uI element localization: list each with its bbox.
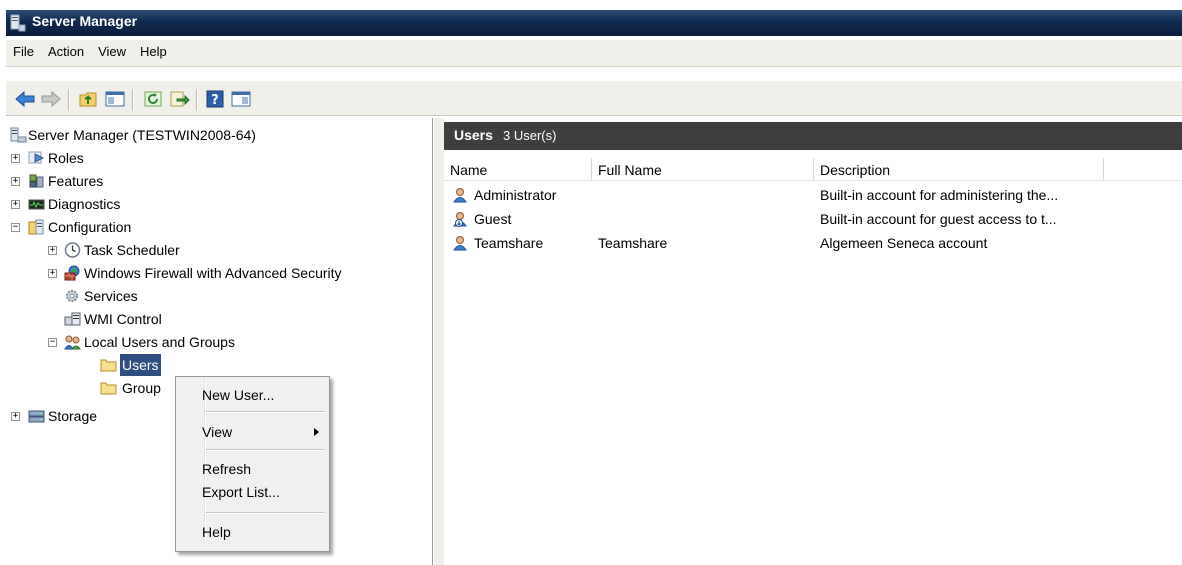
- server-icon: [10, 127, 27, 143]
- disabled-user-icon: [453, 212, 467, 227]
- title-bar[interactable]: Server Manager: [0, 0, 1182, 40]
- menu-separator: [206, 512, 325, 514]
- features-icon: [29, 174, 44, 188]
- storage-icon: [28, 410, 45, 423]
- title-bar-fill[interactable]: Server Manager: [6, 10, 1182, 36]
- tree-item-label: Diagnostics: [48, 196, 121, 212]
- submenu-arrow-icon: [314, 428, 319, 436]
- clock-icon: [64, 242, 81, 258]
- menu-item-label: Export List...: [202, 484, 280, 500]
- show-hide-console-tree-icon[interactable]: [104, 89, 126, 109]
- table-row[interactable]: Administrator Built-in account for admin…: [444, 184, 1182, 206]
- up-folder-icon[interactable]: [78, 89, 100, 109]
- menu-separator: [206, 411, 325, 413]
- menu-file[interactable]: File: [6, 40, 41, 59]
- cell-description: Built-in account for administering the..…: [820, 187, 1059, 203]
- expand-toggle[interactable]: +: [11, 177, 20, 186]
- menu-view[interactable]: View: [91, 40, 133, 59]
- cell-name: Teamshare: [474, 235, 544, 251]
- cell-description: Algemeen Seneca account: [820, 235, 988, 251]
- help-icon[interactable]: ?: [204, 89, 226, 109]
- services-gear-icon: [66, 290, 78, 302]
- server-manager-app-icon: [10, 14, 26, 32]
- menu-item-label: New User...: [202, 387, 275, 403]
- column-header-row: Name Full Name Description: [444, 158, 1182, 181]
- configuration-icon: [28, 219, 44, 235]
- menu-item-help[interactable]: Help: [178, 520, 327, 544]
- wmi-control-icon: [64, 312, 81, 326]
- table-row[interactable]: Teamshare Teamshare Algemeen Seneca acco…: [444, 232, 1182, 254]
- user-icon: [453, 236, 467, 251]
- tree-item-label: Local Users and Groups: [84, 334, 235, 350]
- tree-item-label: WMI Control: [84, 311, 162, 327]
- collapse-toggle[interactable]: −: [48, 338, 57, 347]
- results-header: Users 3 User(s): [444, 122, 1182, 150]
- forward-arrow-icon[interactable]: [40, 89, 62, 109]
- column-header-full-name[interactable]: Full Name: [592, 158, 814, 180]
- table-row[interactable]: Guest Built-in account for guest access …: [444, 208, 1182, 230]
- tree-item-label: Group: [122, 380, 161, 396]
- cell-full-name: Teamshare: [598, 235, 668, 251]
- export-list-icon[interactable]: [168, 89, 190, 109]
- toolbar-separator: [196, 89, 198, 111]
- users-group-icon: [64, 335, 81, 350]
- results-title: Users: [454, 127, 493, 143]
- back-arrow-icon[interactable]: [14, 89, 36, 109]
- tree-item-label: Features: [48, 173, 104, 189]
- expand-toggle[interactable]: +: [11, 200, 20, 209]
- menu-separator: [206, 449, 325, 451]
- tree-item-label: Server Manager (TESTWIN2008-64): [28, 127, 256, 143]
- roles-icon: [28, 151, 45, 164]
- cell-description: Built-in account for guest access to t..…: [820, 211, 1057, 227]
- window-title: Server Manager: [32, 13, 138, 29]
- cell-name: Administrator: [474, 187, 557, 203]
- menu-action[interactable]: Action: [41, 40, 91, 59]
- show-hide-action-pane-icon[interactable]: [230, 89, 252, 109]
- column-header-description[interactable]: Description: [814, 158, 1104, 180]
- tree-item-label: Services: [84, 288, 138, 304]
- menu-item-label: Help: [202, 524, 231, 540]
- menu-item-view[interactable]: View: [178, 420, 327, 444]
- tree-item-label: Configuration: [48, 219, 132, 235]
- firewall-icon: [64, 265, 80, 281]
- expand-toggle[interactable]: +: [48, 269, 57, 278]
- tree-item-label: Windows Firewall with Advanced Security: [84, 265, 342, 281]
- column-header-filler: [1104, 158, 1182, 180]
- tree-item-label: Users: [120, 354, 161, 376]
- menu-item-new-user[interactable]: New User...: [178, 383, 327, 407]
- tree-item-label: Storage: [48, 408, 98, 424]
- results-count: 3 User(s): [503, 128, 557, 143]
- collapse-toggle[interactable]: −: [11, 223, 20, 232]
- user-icon: [453, 188, 467, 203]
- svg-text:?: ?: [211, 93, 219, 108]
- toolbar-separator: [68, 89, 70, 111]
- column-header-name[interactable]: Name: [444, 158, 592, 180]
- menu-help[interactable]: Help: [133, 40, 174, 59]
- expand-toggle[interactable]: +: [48, 246, 57, 255]
- expand-toggle[interactable]: +: [11, 412, 20, 421]
- menu-item-label: View: [202, 424, 233, 440]
- menu-bar: File Action View Help: [6, 40, 1182, 67]
- toolbar: ?: [6, 80, 1182, 116]
- server-manager-window: Server Manager File Action View Help ? S…: [0, 0, 1182, 565]
- menu-item-refresh[interactable]: Refresh: [178, 457, 327, 481]
- cell-name: Guest: [474, 211, 512, 227]
- menu-item-export-list[interactable]: Export List...: [178, 480, 327, 504]
- diagnostics-icon: [28, 199, 45, 210]
- tree-item-label: Task Scheduler: [84, 242, 180, 258]
- menu-item-label: Refresh: [202, 461, 252, 477]
- folder-icon: [100, 359, 117, 372]
- expand-toggle[interactable]: +: [11, 154, 20, 163]
- folder-icon: [100, 382, 117, 395]
- context-menu: New User... View Refresh Export List... …: [175, 376, 330, 552]
- tree-item-label: Roles: [48, 150, 84, 166]
- toolbar-separator: [132, 89, 134, 111]
- results-pane: Users 3 User(s) Name Full Name Descripti…: [444, 118, 1182, 565]
- refresh-icon[interactable]: [142, 89, 164, 109]
